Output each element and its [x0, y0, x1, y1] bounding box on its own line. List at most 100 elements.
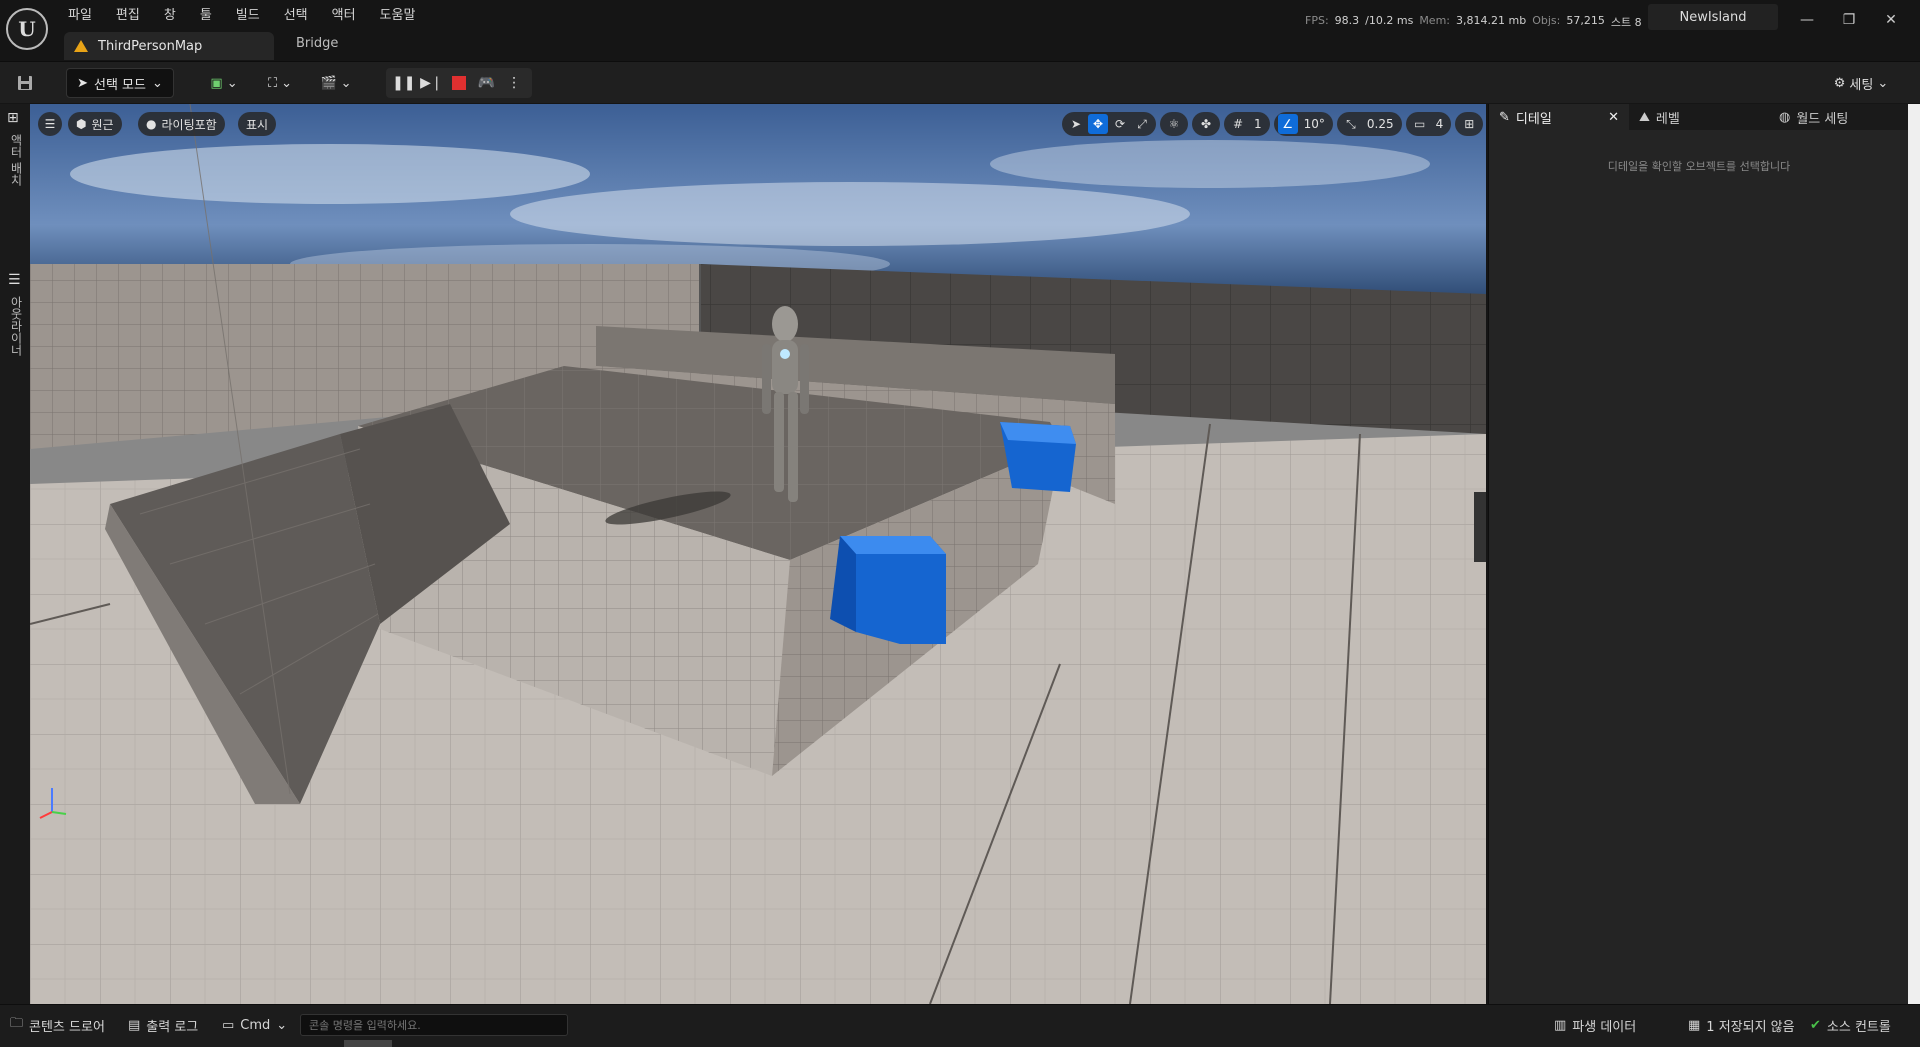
angle-snap-value: 10° — [1303, 117, 1325, 131]
scene-render — [30, 104, 1486, 1004]
outliner-icon[interactable]: ☰ — [8, 272, 21, 288]
menu-actor[interactable]: 액터 — [320, 6, 368, 26]
chevron-down-icon: ⌄ — [1877, 75, 1889, 91]
menu-select[interactable]: 선택 — [272, 6, 320, 26]
menu-file[interactable]: 파일 — [56, 6, 104, 26]
mode-select-dropdown[interactable]: ➤ 선택 모드 ⌄ — [66, 68, 174, 98]
settings-button[interactable]: ⚙ 세팅 ⌄ — [1826, 70, 1896, 96]
tab-details[interactable]: ✎ 디테일 ✕ — [1489, 104, 1629, 130]
rotate-icon[interactable]: ⟳ — [1110, 114, 1130, 134]
scale-icon[interactable]: ⤢ — [1132, 114, 1152, 134]
clapper-icon: 🎬 — [320, 75, 337, 91]
outliner-tab[interactable]: 아웃라이너 — [8, 296, 25, 356]
perspective-label: 원근 — [91, 117, 114, 132]
cmd-label: Cmd — [240, 1017, 271, 1033]
check-circle-icon: ✔ — [1810, 1017, 1821, 1033]
derived-data-button[interactable]: ▥ 파생 데이터 — [1554, 1015, 1636, 1035]
output-log-label: 출력 로그 — [146, 1019, 199, 1035]
viewport-menu-icon[interactable]: ☰ — [38, 112, 62, 136]
status-bar: 🗀 콘텐츠 드로어 ▤ 출력 로그 ▭ Cmd ⌄ ▥ 파생 데이터 ▦ 1 저… — [0, 1004, 1920, 1047]
level-icon: ⛰ — [1639, 109, 1650, 125]
fps-value: 98.3 — [1334, 14, 1360, 27]
angle-snap-icon: ∠ — [1277, 114, 1298, 134]
menu-tools[interactable]: 툴 — [188, 6, 224, 26]
output-log-button[interactable]: ▤ 출력 로그 — [128, 1015, 198, 1035]
gamepad-icon[interactable]: 🎮 — [476, 72, 498, 94]
perspective-dropdown[interactable]: ⬢ 원근 — [68, 112, 122, 136]
tab-level-label: 레벨 — [1655, 111, 1680, 127]
play-controls: ❚❚ ▶❘ 🎮 ⋮ — [386, 68, 532, 98]
restore-icon[interactable]: ❐ — [1834, 8, 1864, 32]
lighting-label: 라이팅포함 — [161, 117, 217, 132]
add-actor-button[interactable]: ▣ ⌄ — [204, 70, 244, 96]
tab-level[interactable]: ⛰ 레벨 — [1629, 104, 1769, 130]
close-icon[interactable]: ✕ — [1876, 8, 1906, 32]
left-side-strip: ⊞ 액터 배치 ☰ 아웃라이너 — [0, 104, 30, 1004]
camera-speed-value: 4 — [1435, 117, 1444, 131]
menu-edit[interactable]: 편집 — [104, 6, 152, 26]
menu-window[interactable]: 창 — [152, 6, 188, 26]
unsaved-label: 1 저장되지 않음 — [1706, 1019, 1795, 1035]
source-control-label: 소스 컨트롤 — [1826, 1019, 1891, 1035]
tab-world-settings[interactable]: ◍ 월드 세팅 — [1769, 104, 1909, 130]
camera-speed-group[interactable]: ▭ 4 — [1405, 112, 1452, 136]
world-space-icon[interactable]: ⚛ — [1164, 114, 1184, 134]
place-actors-icon[interactable]: ⊞ — [7, 110, 19, 126]
viewport-transform-tools: ➤ ✥ ⟳ ⤢ ⚛ ✤ # 1 ∠ 10° ⤡ 0.25 ▭ 4 ⊞ — [1062, 112, 1484, 136]
source-control-button[interactable]: ✔ 소스 컨트롤 — [1810, 1015, 1891, 1035]
settings-label: 세팅 — [1849, 77, 1874, 93]
scale-snap-group[interactable]: ⤡ 0.25 — [1336, 112, 1402, 136]
performance-stats: FPS: 98.3 /10.2 ms Mem: 3,814.21 mb Objs… — [1305, 14, 1642, 30]
grid-snap-value: 1 — [1254, 117, 1262, 131]
tab-bridge[interactable]: Bridge — [296, 36, 338, 51]
menu-help[interactable]: 도움말 — [368, 6, 428, 26]
show-label: 표시 — [246, 117, 269, 132]
select-cursor-icon[interactable]: ➤ — [1066, 114, 1086, 134]
cinematics-button[interactable]: 🎬 ⌄ — [316, 70, 356, 96]
mem-value: 3,814.21 mb — [1456, 14, 1527, 27]
show-dropdown[interactable]: 표시 — [238, 112, 277, 136]
tab-thirdpersonmap[interactable]: ThirdPersonMap — [64, 32, 274, 60]
log-icon: ▤ — [128, 1017, 141, 1033]
surface-snap-icon[interactable]: ✤ — [1196, 114, 1216, 134]
unsaved-button[interactable]: ▦ 1 저장되지 않음 — [1688, 1015, 1795, 1035]
details-empty-message: 디테일을 확인할 오브젝트를 선택합니다 — [1607, 160, 1791, 173]
menu-build[interactable]: 빌드 — [224, 6, 272, 26]
transform-mode-group: ➤ ✥ ⟳ ⤢ — [1062, 112, 1156, 136]
mode-select-label: 선택 모드 — [94, 77, 146, 93]
save-icon[interactable] — [12, 70, 38, 96]
content-drawer-button[interactable]: 🗀 콘텐츠 드로어 — [10, 1015, 105, 1035]
minimize-icon[interactable]: — — [1792, 8, 1822, 32]
pause-icon[interactable]: ❚❚ — [392, 72, 415, 94]
derived-data-label: 파생 데이터 — [1572, 1019, 1637, 1035]
viewport-layout-icon[interactable]: ⊞ — [1459, 114, 1479, 134]
details-panel-tabs: ✎ 디테일 ✕ ⛰ 레벨 ◍ 월드 세팅 — [1489, 104, 1909, 130]
chevron-down-icon: ⌄ — [151, 75, 163, 91]
close-tab-icon[interactable]: ✕ — [1608, 110, 1619, 125]
angle-snap-group[interactable]: ∠ 10° — [1273, 112, 1333, 136]
terminal-icon: ▭ — [222, 1017, 235, 1033]
more-options-icon[interactable]: ⋮ — [503, 72, 525, 94]
content-drawer-label: 콘텐츠 드로어 — [29, 1019, 105, 1035]
blueprint-button[interactable]: ⛶ ⌄ — [260, 70, 300, 96]
globe-icon: ◍ — [1779, 109, 1791, 125]
step-forward-icon[interactable]: ▶❘ — [420, 72, 443, 94]
pencil-icon: ✎ — [1499, 109, 1510, 125]
add-actor-icon: ▣ — [210, 75, 223, 91]
unreal-logo-icon[interactable]: U — [6, 8, 48, 50]
stop-icon[interactable] — [448, 72, 470, 94]
place-actors-tab[interactable]: 액터 배치 — [8, 134, 25, 186]
cmd-dropdown[interactable]: ▭ Cmd ⌄ — [222, 1015, 287, 1035]
console-command-input[interactable] — [300, 1014, 568, 1036]
lighting-dropdown[interactable]: ● 라이팅포함 — [138, 112, 225, 136]
chevron-down-icon: ⌄ — [226, 75, 238, 91]
translate-icon[interactable]: ✥ — [1088, 114, 1108, 134]
cursor-icon: ➤ — [77, 75, 88, 91]
cube-icon: ⬢ — [76, 117, 87, 131]
blueprint-icon: ⛶ — [267, 75, 278, 91]
streams-value: 스트 8 — [1610, 16, 1642, 29]
title-bar: U 파일 편집 창 툴 빌드 선택 액터 도움말 ThirdPersonMap … — [0, 0, 1920, 61]
grid-snap-group[interactable]: # 1 — [1224, 112, 1270, 136]
horizontal-scrollbar[interactable] — [344, 1040, 392, 1047]
level-viewport[interactable]: ☰ ⬢ 원근 ● 라이팅포함 표시 ➤ ✥ ⟳ ⤢ ⚛ ✤ # 1 ∠ 10° — [30, 104, 1486, 1004]
